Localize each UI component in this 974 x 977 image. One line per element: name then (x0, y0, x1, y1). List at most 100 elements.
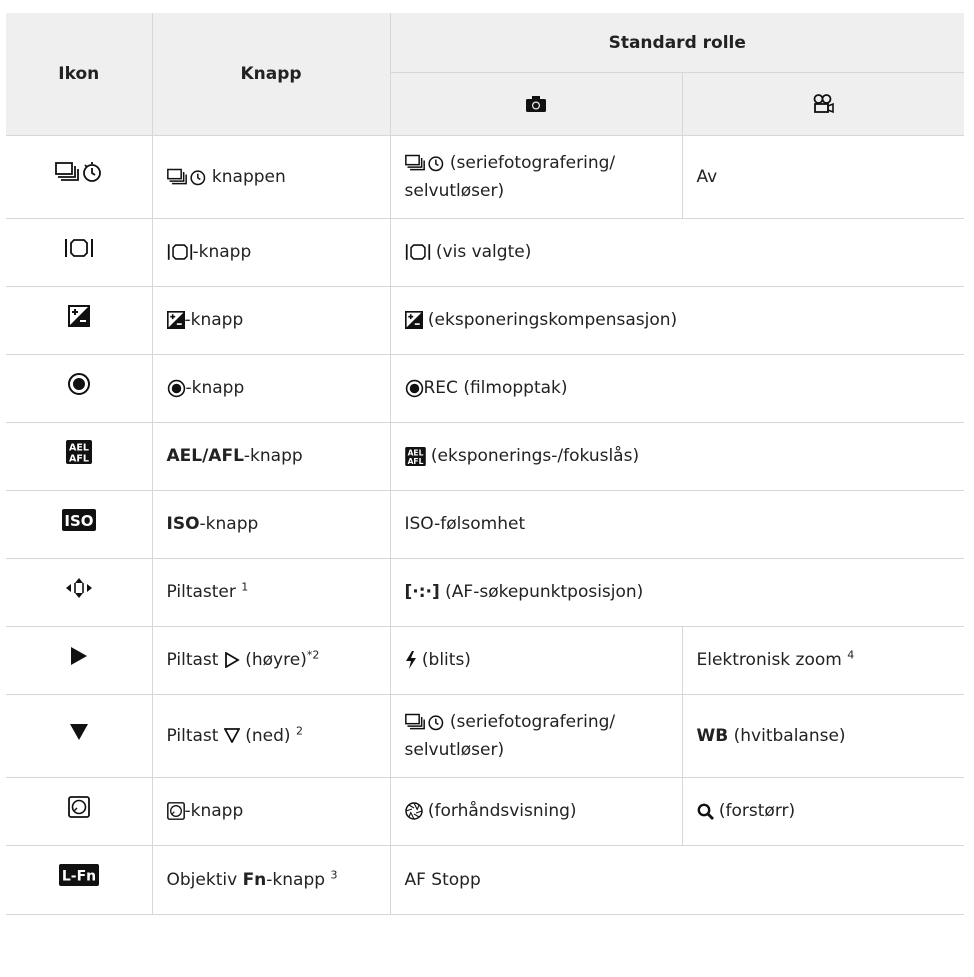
role-prefix: REC (423, 378, 458, 399)
knapp-cell: Piltast (høyre)*2 (151, 626, 390, 695)
knapp-cell: Piltast (ned) 2 (151, 694, 390, 778)
svg-text:AFL: AFL (69, 453, 89, 464)
knapp-label: -knapp (192, 242, 252, 263)
button-function-table: Ikon Knapp Standard rolle knappen (serie… (6, 13, 964, 915)
knapp-cell: -knapp (151, 286, 390, 355)
header-video (681, 72, 964, 136)
photo-role-cell: (forhåndsvisning) (389, 777, 682, 846)
table-row: -knapp REC (filmopptak) (6, 354, 964, 423)
table-row: -knapp (eksponeringskompensasjon) (6, 286, 964, 355)
knapp-cell: -knapp (151, 218, 390, 287)
video-role-cell: Elektronisk zoom 4 (681, 626, 964, 695)
knapp-cell: Piltaster 1 (151, 558, 390, 627)
table-row: -knapp (vis valgte) (6, 218, 964, 287)
down-arrow-icon (6, 694, 152, 778)
header-knapp: Knapp (151, 13, 390, 136)
video-role-cell: (forstørr) (681, 777, 964, 846)
footnote-ref: *2 (306, 648, 320, 662)
knapp-label: -knapp (184, 310, 244, 331)
svg-text:AFL: AFL (407, 457, 423, 466)
photo-role-label: (blits) (421, 650, 471, 671)
knapp-label: Piltast (166, 650, 219, 671)
svg-text:ISO: ISO (64, 512, 93, 530)
knapp-label: -knapp (243, 446, 303, 467)
role-label: ISO-følsomhet (389, 490, 964, 559)
knapp-label: -knapp (199, 514, 259, 535)
knapp-cell: -knapp (151, 777, 390, 846)
video-role-label: (hvitbalanse) (733, 725, 846, 746)
role-label: AF Stopp (389, 845, 964, 915)
movie-icon (813, 94, 835, 114)
role-cell: (vis valgte) (389, 218, 964, 287)
table-row: AEL AFL AEL/AFL-knapp AEL AFL (eksponering… (6, 422, 964, 491)
right-arrow-icon (6, 626, 152, 695)
table-row: -knapp (forhåndsvisning) (forstørr) (6, 777, 964, 846)
record-icon (6, 354, 152, 423)
table-row: Piltast (høyre)*2 (blits) Elektronisk zo… (6, 626, 964, 695)
svg-text:L-Fn: L-Fn (62, 869, 96, 885)
preview-icon (6, 777, 152, 846)
knapp-cell: -knapp (151, 354, 390, 423)
header-standard-rolle: Standard rolle (389, 13, 964, 73)
role-label: (filmopptak) (463, 378, 568, 399)
knapp-label: -knapp (184, 801, 244, 822)
table-row: L-Fn Objektiv Fn-knapp 3 AF Stopp (6, 845, 964, 915)
knapp-label: Piltast (166, 725, 219, 746)
video-role-label: Av (681, 135, 964, 219)
role-prefix: [·:·] (404, 582, 440, 603)
table-row: knappen (seriefotografering/ selvutløser… (6, 135, 964, 219)
photo-role-cell: (seriefotografering/ selvutløser) (389, 694, 682, 778)
table-row: ISO ISO-knapp ISO-følsomhet (6, 490, 964, 559)
video-role-cell: WB (hvitbalanse) (681, 694, 964, 778)
knapp-bold: ISO (166, 514, 200, 535)
footnote-ref: 1 (241, 580, 249, 594)
knapp-label: Objektiv (166, 869, 238, 890)
knapp-cell: ISO-knapp (151, 490, 390, 559)
knapp-cell: knappen (151, 135, 390, 219)
knapp-tail: (ned) (245, 725, 291, 746)
table-row: Piltast (ned) 2 (seriefotografering/ sel… (6, 694, 964, 778)
role-label: (eksponerings-/fokuslås) (430, 446, 640, 467)
header-photo (389, 72, 682, 136)
role-label: (eksponeringskompensasjon) (427, 310, 678, 331)
right-outline-arrow-icon (224, 652, 240, 669)
knapp-cell: AEL/AFL-knapp (151, 422, 390, 491)
knapp-label: Piltaster (166, 582, 236, 603)
role-cell: [·:·] (AF-søkepunktposisjon) (389, 558, 964, 627)
video-role-label: (forstørr) (718, 801, 796, 822)
knapp-label: -knapp (185, 378, 245, 399)
camera-icon (526, 96, 546, 112)
knapp-label: knappen (211, 166, 286, 187)
knapp-tail: (høyre) (245, 650, 307, 671)
table-row: Piltaster 1 [·:·] (AF-søkepunktposisjon) (6, 558, 964, 627)
drive-selftimer-icon (6, 135, 152, 219)
knapp-cell: Objektiv Fn-knapp 3 (151, 845, 390, 915)
iso-icon: ISO (6, 490, 152, 559)
knapp-tail: -knapp (266, 869, 326, 890)
svg-text:AEL: AEL (69, 442, 89, 453)
role-cell: (eksponeringskompensasjon) (389, 286, 964, 355)
lens-fn-icon: L-Fn (6, 845, 152, 915)
flash-icon (405, 651, 417, 670)
role-label: (AF-søkepunktposisjon) (445, 582, 644, 603)
footnote-ref: 4 (847, 648, 855, 662)
photo-role-label: (forhåndsvisning) (427, 801, 577, 822)
photo-role-cell: (blits) (389, 626, 682, 695)
aperture-icon (404, 802, 423, 821)
footnote-ref: 3 (330, 868, 338, 882)
knapp-bold: Fn (242, 869, 267, 890)
svg-text:AEL: AEL (407, 448, 423, 457)
arrow-keys-icon (6, 558, 152, 627)
role-label: (vis valgte) (435, 242, 532, 263)
video-role-bold: WB (696, 725, 729, 746)
photo-role-cell: (seriefotografering/ selvutløser) (389, 135, 682, 219)
footnote-ref: 2 (295, 724, 303, 738)
exposure-compensation-icon (6, 286, 152, 355)
role-cell: AEL AFL (eksponerings-/fokuslås) (389, 422, 964, 491)
knapp-bold: AEL/AFL (166, 446, 244, 467)
down-outline-arrow-icon (223, 728, 240, 744)
header-ikon: Ikon (6, 13, 152, 136)
magnify-icon (697, 803, 714, 820)
role-cell: REC (filmopptak) (389, 354, 964, 423)
display-selected-icon (6, 218, 152, 287)
